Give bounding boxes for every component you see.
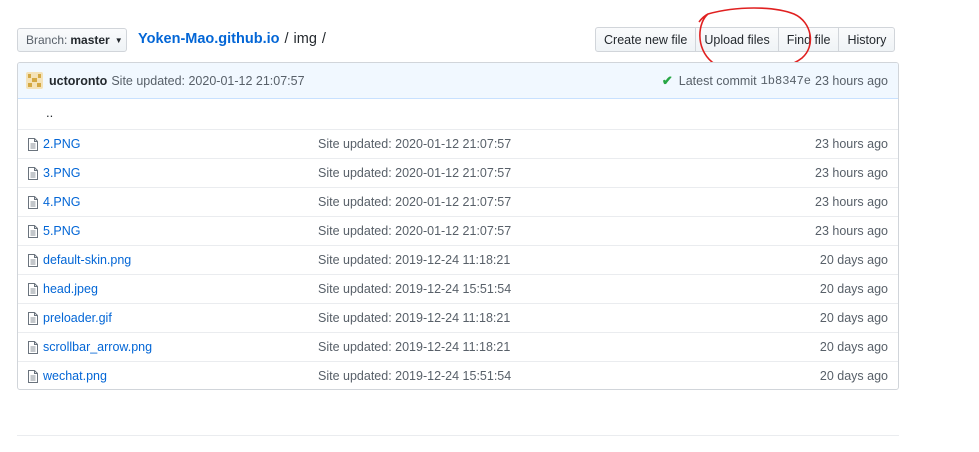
file-commit-message-link[interactable]: Site updated: 2020-01-12 21:07:57 xyxy=(318,137,511,151)
file-name-link[interactable]: preloader.gif xyxy=(43,311,112,325)
file-icon xyxy=(28,225,38,238)
file-icon xyxy=(28,283,38,296)
breadcrumb-separator: / xyxy=(321,31,326,47)
file-age: 20 days ago xyxy=(819,311,888,325)
file-commit-message-link[interactable]: Site updated: 2019-12-24 11:18:21 xyxy=(318,253,510,267)
file-row: preloader.gif Site updated: 2019-12-24 1… xyxy=(18,303,898,332)
file-commit-message-link[interactable]: Site updated: 2020-01-12 21:07:57 xyxy=(318,195,511,209)
parent-directory-row[interactable]: .. xyxy=(18,99,898,129)
file-commit-message-link[interactable]: Site updated: 2020-01-12 21:07:57 xyxy=(318,166,511,180)
commit-message-link[interactable]: Site updated: 2020-01-12 21:07:57 xyxy=(111,74,304,88)
file-icon xyxy=(28,341,38,354)
file-commit-message-link[interactable]: Site updated: 2019-12-24 11:18:21 xyxy=(318,311,510,325)
file-commit-message-link[interactable]: Site updated: 2019-12-24 11:18:21 xyxy=(318,340,510,354)
branch-select-button[interactable]: Branch: master ▼ xyxy=(17,28,127,52)
file-list: uctoronto Site updated: 2020-01-12 21:07… xyxy=(17,62,899,390)
avatar-identicon-icon xyxy=(27,73,42,88)
parent-directory-link[interactable]: .. xyxy=(46,105,53,120)
commit-author-link[interactable]: uctoronto xyxy=(49,74,107,88)
file-age: 23 hours ago xyxy=(815,137,888,151)
file-commit-message-link[interactable]: Site updated: 2019-12-24 15:51:54 xyxy=(318,282,511,296)
file-commit-message-link[interactable]: Site updated: 2020-01-12 21:07:57 xyxy=(318,224,511,238)
file-name-link[interactable]: 3.PNG xyxy=(43,166,81,180)
file-row: scrollbar_arrow.png Site updated: 2019-1… xyxy=(18,332,898,361)
latest-commit-info: ✔ Latest commit 1b8347e 23 hours ago xyxy=(662,63,888,98)
file-age: 23 hours ago xyxy=(815,166,888,180)
breadcrumb-folder: img xyxy=(293,31,317,47)
commit-sha-link[interactable]: 1b8347e xyxy=(761,74,811,88)
file-icon xyxy=(28,196,38,209)
find-file-button[interactable]: Find file xyxy=(777,27,840,52)
file-row: 4.PNG Site updated: 2020-01-12 21:07:57 … xyxy=(18,187,898,216)
file-row: default-skin.png Site updated: 2019-12-2… xyxy=(18,245,898,274)
file-row: head.jpeg Site updated: 2019-12-24 15:51… xyxy=(18,274,898,303)
branch-value: master xyxy=(70,33,110,47)
caret-down-icon: ▼ xyxy=(114,35,123,45)
latest-commit-bar: uctoronto Site updated: 2020-01-12 21:07… xyxy=(18,63,898,99)
file-icon xyxy=(28,312,38,325)
file-age: 20 days ago xyxy=(819,282,888,296)
file-age: 20 days ago xyxy=(819,340,888,354)
file-age: 20 days ago xyxy=(819,369,888,383)
breadcrumb: Yoken-Mao.github.io / img / xyxy=(138,31,331,47)
branch-label: Branch: xyxy=(26,33,68,47)
file-icon xyxy=(28,167,38,180)
file-name-link[interactable]: 4.PNG xyxy=(43,195,81,209)
upload-files-button[interactable]: Upload files xyxy=(695,27,779,52)
file-name-link[interactable]: 5.PNG xyxy=(43,224,81,238)
create-new-file-button[interactable]: Create new file xyxy=(595,27,697,52)
file-actions-toolbar: Create new file Upload files Find file H… xyxy=(595,27,896,52)
divider xyxy=(17,435,899,436)
file-name-link[interactable]: 2.PNG xyxy=(43,137,81,151)
breadcrumb-repo-link[interactable]: Yoken-Mao.github.io xyxy=(138,31,280,47)
file-age: 20 days ago xyxy=(819,253,888,267)
breadcrumb-separator: / xyxy=(284,31,289,47)
file-row: 5.PNG Site updated: 2020-01-12 21:07:57 … xyxy=(18,216,898,245)
file-row: 3.PNG Site updated: 2020-01-12 21:07:57 … xyxy=(18,158,898,187)
avatar[interactable] xyxy=(26,72,43,89)
check-icon: ✔ xyxy=(661,72,673,88)
commit-age: 23 hours ago xyxy=(815,73,888,88)
file-rows: 2.PNG Site updated: 2020-01-12 21:07:57 … xyxy=(18,129,898,389)
file-age: 23 hours ago xyxy=(815,224,888,238)
history-button[interactable]: History xyxy=(838,27,896,52)
file-name-link[interactable]: head.jpeg xyxy=(43,282,98,296)
file-name-link[interactable]: wechat.png xyxy=(43,369,107,383)
file-row: 2.PNG Site updated: 2020-01-12 21:07:57 … xyxy=(18,129,898,158)
file-icon xyxy=(28,254,38,267)
file-name-link[interactable]: scrollbar_arrow.png xyxy=(43,340,152,354)
file-name-link[interactable]: default-skin.png xyxy=(43,253,131,267)
latest-commit-label: Latest commit xyxy=(678,73,757,88)
file-commit-message-link[interactable]: Site updated: 2019-12-24 15:51:54 xyxy=(318,369,511,383)
file-icon xyxy=(28,370,38,383)
file-age: 23 hours ago xyxy=(815,195,888,209)
file-icon xyxy=(28,138,38,151)
file-row: wechat.png Site updated: 2019-12-24 15:5… xyxy=(18,361,898,389)
